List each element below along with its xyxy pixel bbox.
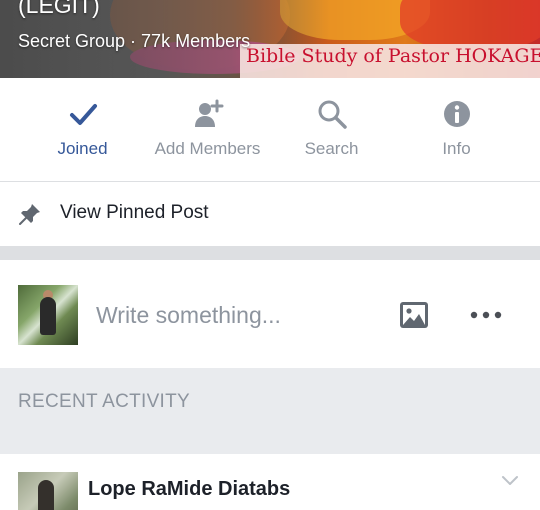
cover-art-shape — [400, 0, 540, 50]
activity-item[interactable]: Lope RaMide Diatabs — [0, 454, 540, 510]
author-avatar[interactable] — [18, 472, 78, 510]
avatar-figure — [38, 480, 54, 510]
info-button[interactable]: Info — [389, 78, 524, 181]
group-action-bar: Joined Add Members Search Info — [0, 78, 540, 182]
activity-author-name[interactable]: Lope RaMide Diatabs — [88, 478, 290, 501]
user-avatar[interactable] — [18, 285, 78, 345]
joined-label: Joined — [57, 139, 108, 158]
search-label: Search — [304, 139, 359, 158]
chevron-down-icon[interactable] — [500, 474, 520, 488]
group-privacy-members: Secret Group · 77k Members — [18, 31, 251, 51]
joined-button[interactable]: Joined — [15, 78, 150, 181]
more-dots-icon[interactable] — [466, 306, 506, 324]
avatar-figure — [40, 297, 56, 335]
pin-icon — [19, 204, 40, 225]
group-cover[interactable]: (LEGIT) Secret Group · 77k Members Bible… — [0, 0, 540, 78]
group-name: (LEGIT) — [18, 0, 100, 18]
add-members-button[interactable]: Add Members — [140, 78, 275, 181]
view-pinned-post-label: View Pinned Post — [60, 202, 209, 223]
write-something-input[interactable]: Write something... — [96, 302, 281, 329]
search-button[interactable]: Search — [264, 78, 399, 181]
section-divider — [0, 246, 540, 260]
group-page: (LEGIT) Secret Group · 77k Members Bible… — [0, 0, 540, 510]
info-icon — [443, 101, 470, 127]
view-pinned-post-row[interactable]: View Pinned Post — [0, 182, 540, 246]
add-members-label: Add Members — [154, 139, 261, 158]
cover-caption: Bible Study of Pastor HOKAGE — [246, 45, 540, 67]
photo-icon[interactable] — [398, 300, 430, 330]
add-person-icon — [194, 99, 223, 127]
checkmark-icon — [69, 104, 97, 125]
post-composer: Write something... — [0, 260, 540, 368]
search-icon — [318, 100, 347, 129]
info-label: Info — [442, 139, 471, 158]
recent-activity-header: RECENT ACTIVITY — [18, 391, 191, 412]
